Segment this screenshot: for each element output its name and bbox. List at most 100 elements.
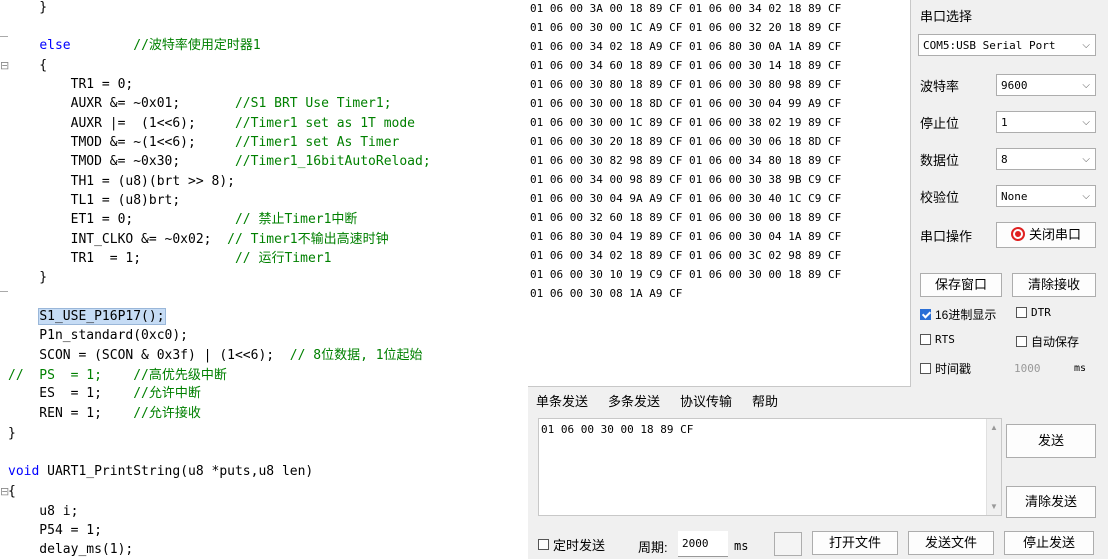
code-line: TMOD &= ~0x30; //Timer1_16bitAutoReload; [8,152,431,172]
code-line: } [8,268,47,288]
code-comment: //允许中断 [133,386,201,401]
code-text: UART1_PrintString(u8 *puts,u8 len) [39,464,314,479]
code-line: u8 i; [8,502,78,522]
code-text: TMOD &= ~0x30; [8,154,235,169]
code-text: { [8,58,48,73]
code-keyword: else [39,38,71,53]
send-file-button[interactable]: 发送文件 [908,531,994,555]
receive-line: 01 06 00 30 08 1A A9 CF [530,287,683,300]
code-comment: // PS = 1; [8,368,134,383]
code-text: AUXR &= ~0x01; [8,96,235,111]
auto-save-checkbox[interactable]: 自动保存 [1016,333,1079,350]
send-scrollbar[interactable]: ▲ ▼ [986,419,1001,515]
scroll-up-icon[interactable]: ▲ [990,423,998,432]
stop-bits-value: 1 [1001,116,1008,129]
receive-line: 01 06 00 34 60 18 89 CF 01 06 00 30 14 1… [530,59,842,72]
serial-assistant: 01 06 00 3A 00 18 89 CF 01 06 00 34 02 1… [528,0,1108,559]
receive-line: 01 06 00 34 02 18 A9 CF 01 06 80 30 0A 1… [530,40,842,53]
clear-receive-button[interactable]: 清除接收 [1012,273,1096,297]
timestamp-label: 时间戳 [935,362,972,376]
rts-checkbox[interactable]: RTS [920,333,955,346]
receive-line: 01 06 00 30 00 1C 89 CF 01 06 00 38 02 1… [530,116,842,129]
stop-send-button[interactable]: 停止发送 [1004,531,1094,555]
record-icon [1010,227,1025,241]
receive-line: 01 06 00 30 04 9A A9 CF 01 06 00 30 40 1… [530,192,842,205]
dtr-label: DTR [1031,306,1051,319]
chevron-down-icon: ⌵ [1082,191,1090,202]
code-line: INT_CLKO &= ~0x02; // Timer1不输出高速时钟 [8,230,389,250]
code-comment: //S1 BRT Use Timer1; [234,96,392,111]
dtr-checkbox[interactable]: DTR [1016,306,1051,319]
receive-line: 01 06 00 34 00 98 89 CF 01 06 00 30 38 9… [530,173,842,186]
port-select[interactable]: COM5:USB Serial Port ⌵ [918,34,1096,56]
save-window-button[interactable]: 保存窗口 [920,273,1002,297]
tab-single-send[interactable]: 单条发送 [536,390,588,414]
scroll-down-icon[interactable]: ▼ [990,502,998,511]
period-unit: ms [734,539,749,553]
code-line: { [8,482,16,502]
color-button[interactable] [774,532,802,556]
receive-line: 01 06 00 34 02 18 89 CF 01 06 00 3C 02 9… [530,249,842,262]
rts-label: RTS [935,333,955,346]
checkbox-icon [1016,307,1027,318]
chevron-down-icon: ⌵ [1082,154,1090,165]
code-keyword: void [8,464,40,479]
timestamp-checkbox[interactable]: 时间戳 [920,360,971,377]
hex-display-label: 16进制显示 [935,308,997,322]
code-editor[interactable]: } else //波特率使用定时器1 {⊟ TR1 = 0; AUXR &= ~… [0,0,528,559]
receive-line: 01 06 00 30 00 1C A9 CF 01 06 00 32 20 1… [530,21,842,34]
close-port-button[interactable]: 关闭串口 [996,222,1096,248]
baud-select[interactable]: 9600 ⌵ [996,74,1096,96]
code-comment: //Timer1 set as 1T mode [234,116,415,131]
code-comment: // 运行Timer1 [234,251,332,266]
stop-bits-select[interactable]: 1 ⌵ [996,111,1096,133]
receive-area[interactable]: 01 06 00 3A 00 18 89 CF 01 06 00 34 02 1… [528,0,911,387]
timed-send-checkbox[interactable]: 定时发送 [538,535,605,554]
tab-help[interactable]: 帮助 [752,390,778,414]
timestamp-input[interactable]: 1000 [1014,358,1064,380]
send-tabs: 单条发送 多条发送 协议传输 帮助 [528,386,910,414]
clear-send-button[interactable]: 清除发送 [1006,486,1096,518]
fold-toggle-icon[interactable]: ⊟ [0,56,9,76]
hex-display-checkbox[interactable]: 16进制显示 [920,306,996,323]
data-bits-value: 8 [1001,153,1008,166]
code-text: } [8,270,48,285]
fold-separator [0,36,8,37]
code-text: TL1 = (u8)brt; [8,193,181,208]
send-button[interactable]: 发送 [1006,424,1096,458]
code-comment: // 8位数据, 1位起始 [289,348,423,363]
code-line: REN = 1; //允许接收 [8,404,201,424]
tab-multi-send[interactable]: 多条发送 [608,390,660,414]
code-line: ET1 = 0; // 禁止Timer1中断 [8,210,358,230]
chevron-down-icon: ⌵ [1082,80,1090,91]
code-text: } [8,426,16,441]
chevron-down-icon: ⌵ [1082,117,1090,128]
stop-bits-label: 停止位 [920,116,960,131]
receive-line: 01 06 00 32 60 18 89 CF 01 06 00 30 00 1… [530,211,842,224]
code-comment: //Timer1_16bitAutoReload; [234,154,431,169]
send-input[interactable]: 01 06 00 30 00 18 89 CF ▲ ▼ [538,418,1002,516]
period-input[interactable]: 2000 [678,531,728,557]
open-file-button[interactable]: 打开文件 [812,531,898,555]
receive-line: 01 06 00 30 20 18 89 CF 01 06 00 30 06 1… [530,135,842,148]
checkbox-icon [1016,336,1027,347]
parity-select[interactable]: None ⌵ [996,185,1096,207]
code-line: TR1 = 1; // 运行Timer1 [8,249,332,269]
code-text: P54 = 1; [8,523,102,538]
code-line: } [8,424,16,444]
checkbox-icon [538,539,549,550]
baud-value: 9600 [1001,79,1028,92]
code-comment: //波特率使用定时器1 [133,38,261,53]
code-line: P1n_standard(0xc0); [8,326,188,346]
fold-toggle-icon[interactable]: ⊟ [0,482,9,502]
data-bits-label: 数据位 [920,153,960,168]
code-text: } [8,0,48,15]
code-text: u8 i; [8,504,79,519]
code-line: void UART1_PrintString(u8 *puts,u8 len) [8,462,313,482]
data-bits-select[interactable]: 8 ⌵ [996,148,1096,170]
tab-protocol[interactable]: 协议传输 [680,390,732,414]
receive-line: 01 06 00 30 00 18 8D CF 01 06 00 30 04 9… [530,97,842,110]
port-select-value: COM5:USB Serial Port [923,39,1056,52]
code-text: ET1 = 0; [8,212,235,227]
